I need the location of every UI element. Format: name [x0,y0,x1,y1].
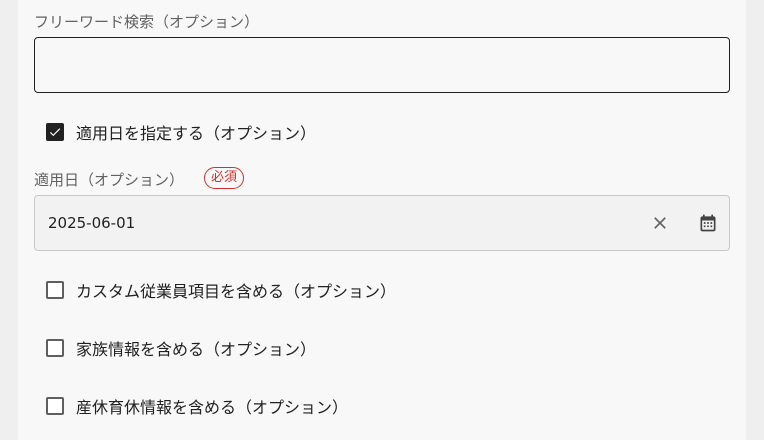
option-custom-fields-label: カスタム従業員項目を含める（オプション） [76,282,397,301]
specify-date-label: 適用日を指定する（オプション） [76,124,317,143]
option-custom-fields-checkbox[interactable] [46,281,64,299]
free-word-label: フリーワード検索（オプション） [34,13,260,31]
option-family-info-row[interactable]: 家族情報を含める（オプション） [46,336,316,360]
required-badge: 必須 [204,167,245,189]
option-parental-leave-row[interactable]: 産休育休情報を含める（オプション） [46,394,348,418]
form-panel: フリーワード検索（オプション） 適用日を指定する（オプション） 適用日（オプショ… [18,0,746,440]
checkmark-icon [49,128,61,137]
specify-date-checkbox[interactable] [46,123,64,141]
application-date-value[interactable]: 2025-06-01 [48,214,135,232]
option-parental-leave-label: 産休育休情報を含める（オプション） [76,398,349,417]
application-date-field[interactable]: 2025-06-01 [34,195,730,251]
option-parental-leave-checkbox[interactable] [46,397,64,415]
option-custom-fields-row[interactable]: カスタム従業員項目を含める（オプション） [46,278,396,302]
option-family-info-label: 家族情報を含める（オプション） [76,340,317,359]
application-date-label: 適用日（オプション） [34,171,185,189]
calendar-icon[interactable] [695,210,721,236]
close-icon[interactable] [647,210,673,236]
option-family-info-checkbox[interactable] [46,339,64,357]
specify-date-checkbox-row[interactable]: 適用日を指定する（オプション） [46,120,316,144]
free-word-input[interactable] [34,37,730,93]
